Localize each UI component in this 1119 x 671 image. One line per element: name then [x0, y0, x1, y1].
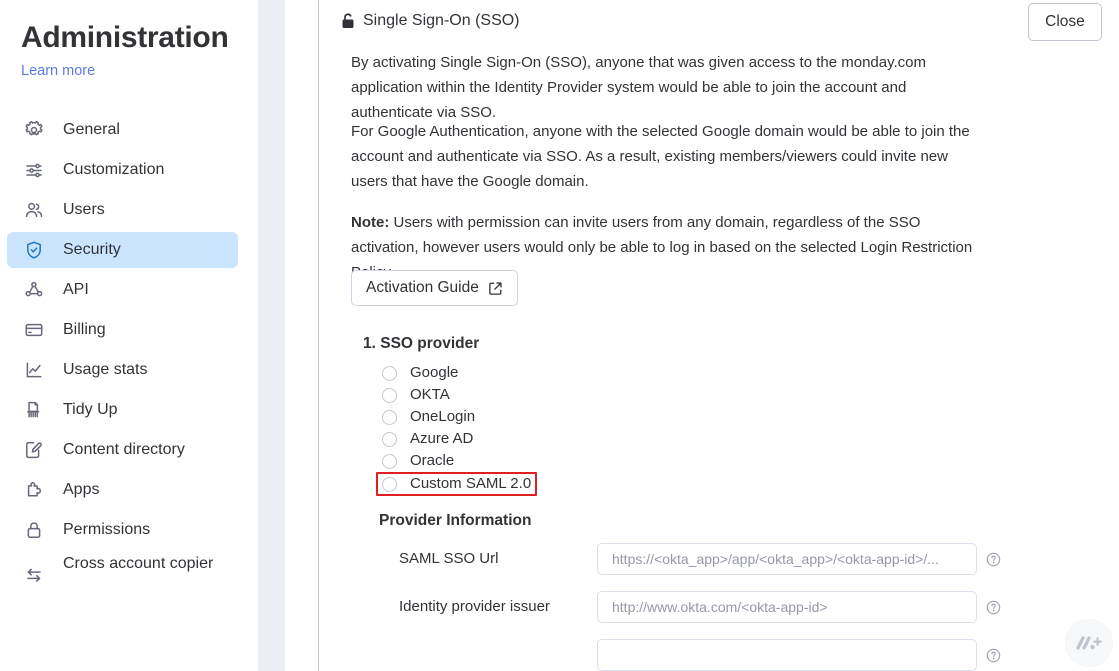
- external-link-icon: [488, 281, 503, 296]
- sso-provider-option-google[interactable]: Google: [379, 362, 537, 384]
- sidebar-item-label: Users: [63, 201, 105, 218]
- sso-provider-option-okta[interactable]: OKTA: [379, 384, 537, 406]
- sidebar-item-label: Customization: [63, 161, 165, 178]
- sso-description-paragraph-2: For Google Authentication, anyone with t…: [351, 123, 970, 190]
- form-row: [319, 639, 1119, 671]
- panel-title-text: Single Sign-On (SSO): [363, 12, 520, 29]
- shield-check-icon: [24, 240, 44, 260]
- sidebar-item-billing[interactable]: Billing: [7, 312, 238, 348]
- question-circle-icon[interactable]: [986, 552, 1001, 567]
- radio-button-icon[interactable]: [382, 453, 397, 469]
- field-label: Identity provider issuer: [399, 598, 550, 615]
- note-label: Note:: [351, 214, 390, 231]
- radio-button-icon[interactable]: [382, 431, 397, 447]
- field-label: SAML SSO Url: [399, 550, 499, 567]
- close-button[interactable]: Close: [1028, 3, 1102, 41]
- panel-left-gutter: [285, 0, 318, 671]
- sidebar-nav-list: General Customization Users Security API Bill…: [0, 108, 258, 600]
- monday-plus-fab[interactable]: [1065, 619, 1113, 667]
- sso-provider-option-label: OneLogin: [410, 408, 476, 425]
- activation-guide-label: Activation Guide: [366, 279, 479, 296]
- sidebar-item-permissions[interactable]: Permissions: [7, 512, 238, 548]
- sso-provider-option-label: Oracle: [410, 452, 455, 469]
- sso-provider-option-label: Google: [410, 364, 459, 381]
- sidebar-item-label: Content directory: [63, 441, 185, 458]
- sso-provider-option-onelogin[interactable]: OneLogin: [379, 406, 537, 428]
- sidebar-item-label: Apps: [63, 481, 100, 498]
- users-icon: [24, 200, 44, 220]
- field-input[interactable]: [597, 639, 977, 671]
- sidebar-item-cross-account-copier[interactable]: Cross account copier: [7, 552, 238, 596]
- radio-button-icon[interactable]: [382, 409, 397, 425]
- question-circle-icon[interactable]: [986, 600, 1001, 615]
- page-title: Administration: [21, 21, 229, 54]
- panel-header: Single Sign-On (SSO): [341, 11, 520, 31]
- sidebar-item-security[interactable]: Security: [7, 232, 238, 268]
- sidebar-item-customization[interactable]: Customization: [7, 152, 238, 188]
- document-edit-icon: [24, 440, 44, 460]
- sidebar-scroll-fade: [0, 645, 258, 671]
- credit-card-icon: [24, 320, 44, 340]
- sidebar-item-label: Tidy Up: [63, 401, 118, 418]
- learn-more-link[interactable]: Learn more: [21, 62, 95, 80]
- provider-information-heading: Provider Information: [379, 512, 532, 529]
- monday-plus-icon: [1076, 633, 1102, 653]
- gear-icon: [24, 120, 44, 140]
- sidebar-item-label: Cross account copier: [63, 555, 214, 572]
- puzzle-piece-icon: [24, 480, 44, 500]
- radio-button-icon[interactable]: [382, 387, 397, 403]
- activation-guide-button[interactable]: Activation Guide: [351, 270, 518, 306]
- sidebar-panel-gap: [258, 0, 285, 671]
- sidebar-item-label: Billing: [63, 321, 106, 338]
- sso-provider-option-azure-ad[interactable]: Azure AD: [379, 428, 537, 450]
- sso-provider-option-oracle[interactable]: Oracle: [379, 450, 537, 472]
- app-root: Administration Learn more General Customi…: [0, 0, 1119, 671]
- sso-provider-option-label: OKTA: [410, 386, 450, 403]
- sso-provider-option-label: Custom SAML 2.0: [410, 475, 532, 492]
- sso-provider-heading: 1. SSO provider: [363, 335, 480, 352]
- admin-sidebar: Administration Learn more General Customi…: [0, 0, 258, 671]
- sso-provider-radio-group: Google OKTA OneLogin Azure AD Oracle Custom S…: [376, 362, 537, 496]
- sliders-icon: [24, 160, 44, 180]
- form-row: SAML SSO Url: [319, 543, 1119, 575]
- lock-icon: [24, 520, 44, 540]
- radio-button-icon[interactable]: [382, 476, 397, 492]
- sso-provider-option-label: Azure AD: [410, 430, 474, 447]
- sidebar-item-users[interactable]: Users: [7, 192, 238, 228]
- form-row: Identity provider issuer: [319, 591, 1119, 623]
- broom-icon: [24, 400, 44, 420]
- sso-provider-option-custom-saml-2-0[interactable]: Custom SAML 2.0: [376, 472, 537, 496]
- sidebar-item-content-directory[interactable]: Content directory: [7, 432, 238, 468]
- sidebar-item-api[interactable]: API: [7, 272, 238, 308]
- sidebar-item-label: Security: [63, 241, 121, 258]
- sidebar-item-label: General: [63, 121, 120, 138]
- sidebar-item-label: Permissions: [63, 521, 151, 538]
- radio-button-icon[interactable]: [382, 365, 397, 381]
- field-input[interactable]: [597, 591, 977, 623]
- sidebar-item-general[interactable]: General: [7, 112, 238, 148]
- field-input[interactable]: [597, 543, 977, 575]
- sso-settings-panel: Single Sign-On (SSO) Close By activating…: [319, 0, 1119, 671]
- sidebar-item-apps[interactable]: Apps: [7, 472, 238, 508]
- lock-icon: [341, 13, 355, 29]
- transfer-arrows-icon: [24, 565, 44, 585]
- chart-line-icon: [24, 360, 44, 380]
- sso-description-paragraph-1: By activating Single Sign-On (SSO), anyo…: [351, 54, 927, 121]
- sidebar-item-label: Usage stats: [63, 361, 148, 378]
- provider-information-form: SAML SSO Url Identity provider issuer: [319, 543, 1119, 671]
- sidebar-item-usage-stats[interactable]: Usage stats: [7, 352, 238, 388]
- sidebar-item-tidy-up[interactable]: Tidy Up: [7, 392, 238, 428]
- api-nodes-icon: [24, 280, 44, 300]
- sidebar-item-label: API: [63, 281, 89, 298]
- question-circle-icon[interactable]: [986, 648, 1001, 663]
